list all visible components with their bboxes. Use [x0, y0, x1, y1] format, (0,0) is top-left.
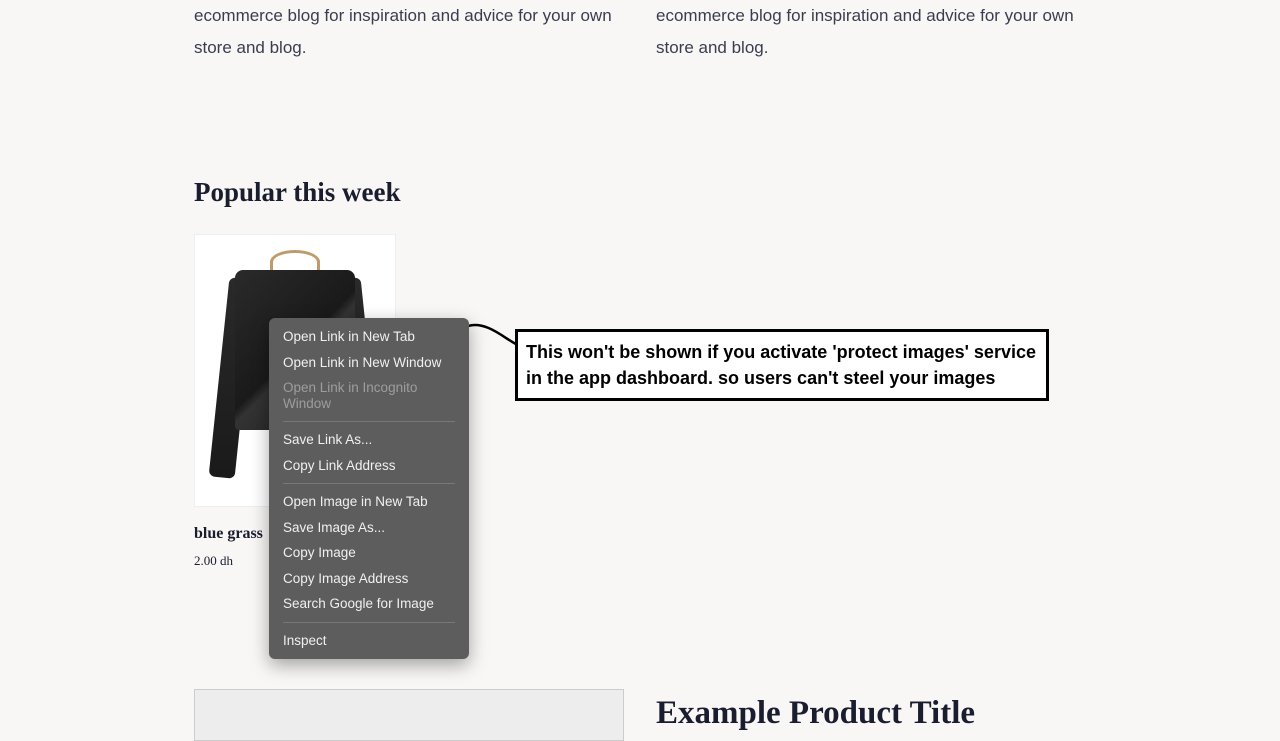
popular-this-week-heading: Popular this week: [194, 177, 1086, 208]
menu-item-open-link-incognito: Open Link in Incognito Window: [269, 375, 469, 416]
blog-text-left: ecommerce blog for inspiration and advic…: [194, 0, 624, 65]
menu-separator: [283, 421, 455, 422]
menu-item-copy-image[interactable]: Copy Image: [269, 540, 469, 566]
menu-item-save-link-as[interactable]: Save Link As...: [269, 427, 469, 453]
menu-item-inspect[interactable]: Inspect: [269, 628, 469, 654]
example-product-title: Example Product Title: [656, 695, 975, 732]
blog-text-right: ecommerce blog for inspiration and advic…: [656, 0, 1086, 65]
menu-item-copy-image-address[interactable]: Copy Image Address: [269, 566, 469, 592]
menu-item-save-image-as[interactable]: Save Image As...: [269, 515, 469, 541]
annotation-callout: This won't be shown if you activate 'pro…: [515, 329, 1049, 401]
menu-item-open-link-new-tab[interactable]: Open Link in New Tab: [269, 324, 469, 350]
menu-separator: [283, 622, 455, 623]
menu-item-open-image-new-tab[interactable]: Open Image in New Tab: [269, 489, 469, 515]
context-menu: Open Link in New Tab Open Link in New Wi…: [269, 318, 469, 659]
menu-item-open-link-new-window[interactable]: Open Link in New Window: [269, 350, 469, 376]
menu-item-copy-link-address[interactable]: Copy Link Address: [269, 453, 469, 479]
menu-item-search-google-image[interactable]: Search Google for Image: [269, 591, 469, 617]
menu-separator: [283, 483, 455, 484]
example-product-image[interactable]: [194, 689, 624, 741]
